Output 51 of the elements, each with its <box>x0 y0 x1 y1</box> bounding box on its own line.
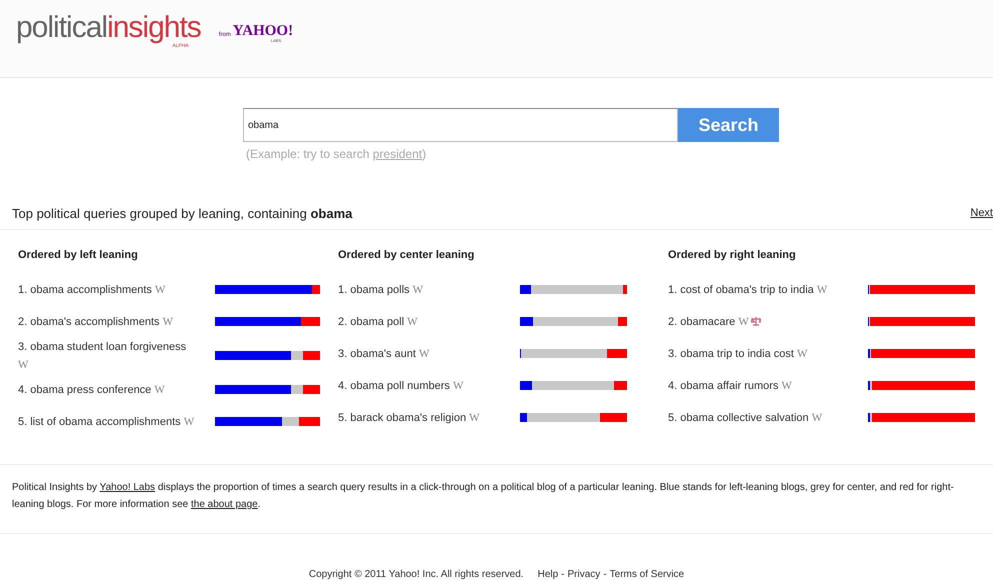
link-separator: - <box>561 568 565 582</box>
query-link[interactable]: 5. obama collective salvation <box>668 412 809 424</box>
query-link[interactable]: 4. obama affair rumors <box>668 380 778 392</box>
query-link[interactable]: 4. obama poll numbers <box>338 380 450 392</box>
wiki-mark[interactable]: W <box>154 384 165 396</box>
wiki-mark[interactable]: W <box>154 284 166 296</box>
logo-text: insights <box>107 13 201 43</box>
query-link[interactable]: 5. list of obama accomplishments <box>18 416 181 428</box>
query-link[interactable]: 4. obama press conference <box>18 384 152 396</box>
query-link[interactable]: 1. obama accomplishments <box>18 284 152 296</box>
query-link[interactable]: 2. obama's accomplishments <box>18 316 160 328</box>
search-field[interactable]: obama <box>243 108 678 142</box>
footer-link[interactable]: Privacy <box>568 566 600 582</box>
wiki-mark[interactable]: W <box>738 316 749 328</box>
column-title: Ordered by center leaning <box>338 248 476 263</box>
footer-link[interactable]: Help <box>538 566 558 582</box>
query-link[interactable]: 3. obama's aunt <box>338 348 416 360</box>
wiki-mark[interactable]: W <box>407 316 418 328</box>
about-text: Political Insights by Yahoo! Labs displays the proportion of times a search query results in a click-through on a political blog of a particular leaning. Blue stands for left-leaning blogs, grey for center, and red for right-leaning blogs. For more information see the about page. <box>12 481 955 512</box>
wiki-mark[interactable]: W <box>812 412 822 424</box>
labs-link[interactable]: Yahoo! Labs <box>100 482 156 493</box>
wiki-mark[interactable]: W <box>452 380 464 392</box>
about-link[interactable]: the about page <box>190 499 258 510</box>
column-title: Ordered by left leaning <box>18 248 139 263</box>
query-link[interactable]: 5. barack obama's religion <box>338 412 466 424</box>
link-separator: - <box>603 568 607 582</box>
wiki-mark[interactable]: W <box>797 348 808 360</box>
brand-logo: YAHOO! <box>232 24 294 38</box>
wiki-mark[interactable]: W <box>184 416 194 428</box>
example-hint: (Example: try to search <box>246 147 370 161</box>
footer-link[interactable]: Terms of Service <box>610 566 684 582</box>
wiki-mark[interactable]: W <box>782 380 792 392</box>
example-hint: ) <box>422 147 426 161</box>
query-link[interactable]: 1. cost of obama's trip to india <box>668 284 814 296</box>
wiki-mark[interactable]: W <box>162 316 173 328</box>
next-link[interactable]: Next <box>970 205 993 222</box>
query-link[interactable]: 2. obama poll <box>338 316 404 328</box>
wiki-mark[interactable]: W <box>816 284 828 296</box>
logo-text: political <box>16 13 108 43</box>
results-heading: Top political queries grouped by leaning, containing obama <box>12 204 352 223</box>
query-link[interactable]: 1. obama polls <box>338 284 410 296</box>
wiki-mark[interactable]: W <box>18 358 28 370</box>
wiki-mark[interactable]: W <box>469 412 480 424</box>
query-link[interactable]: 3. obama trip to india cost <box>668 348 794 360</box>
wiki-mark[interactable]: W <box>419 348 430 360</box>
column-title: Ordered by right leaning <box>668 248 797 263</box>
query-link[interactable]: 3. obama student loan forgiveness <box>18 340 186 352</box>
query-link[interactable]: 2. obamacare <box>668 316 736 328</box>
copyright-text: Copyright © 2011 Yahoo! Inc. All rights reserved. <box>308 568 524 582</box>
scales-icon[interactable] <box>750 316 761 326</box>
wiki-mark[interactable]: W <box>412 284 423 296</box>
